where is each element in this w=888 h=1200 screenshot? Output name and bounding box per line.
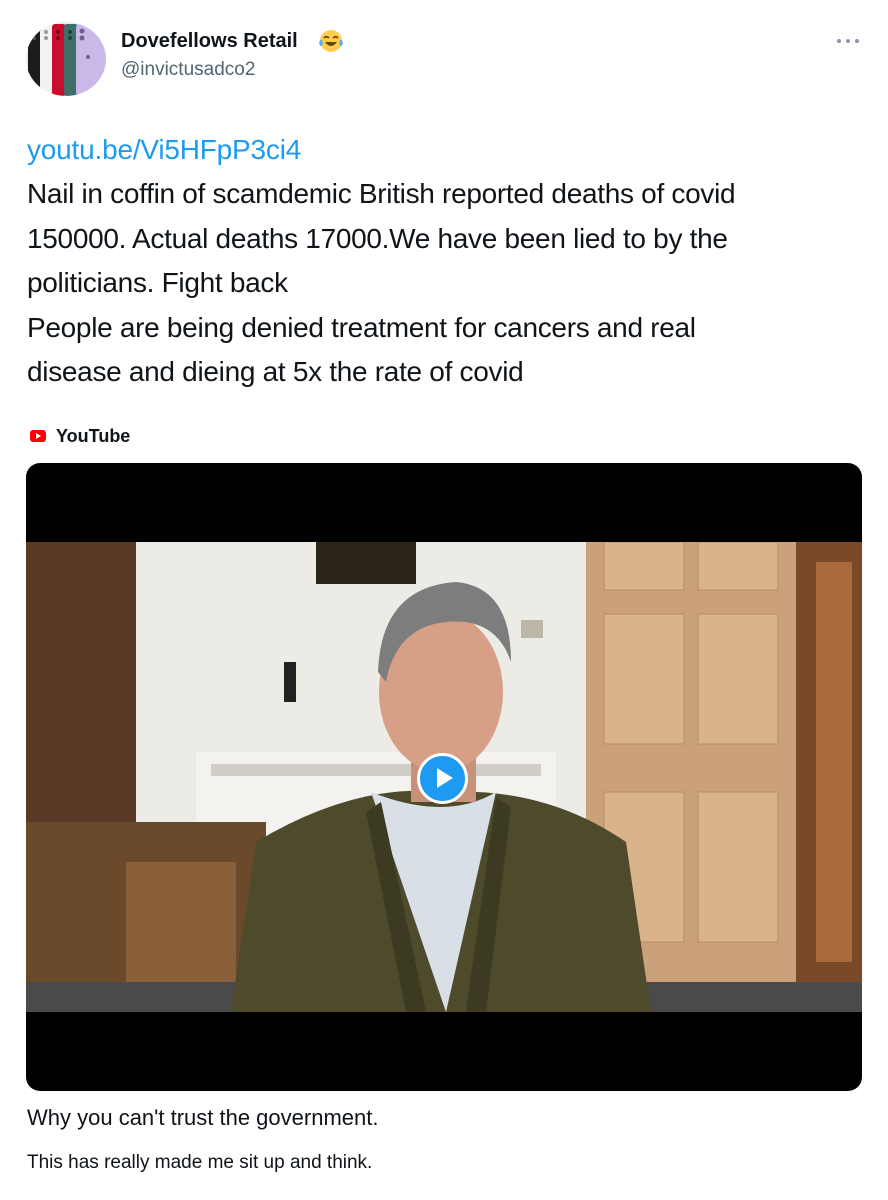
tweet-text-line: 150000. Actual deaths 17000.We have been… <box>27 222 728 254</box>
video-thumbnail[interactable] <box>26 463 862 1091</box>
author-handle[interactable]: @invictusadco2 <box>121 59 255 81</box>
youtube-icon <box>30 430 46 442</box>
youtube-link[interactable]: youtu.be/Vi5HFpP3ci4 <box>27 134 301 166</box>
play-icon[interactable] <box>417 753 468 804</box>
tears-of-joy-emoji-icon <box>319 30 343 52</box>
card-source[interactable]: YouTube <box>30 425 130 447</box>
card-title[interactable]: Why you can't trust the government. <box>27 1105 378 1131</box>
tweet-text-line: disease and dieing at 5x the rate of cov… <box>27 356 524 387</box>
tweet-text: Nail in coffin of scamdemic British repo… <box>27 172 867 395</box>
tweet-text-line: People are being denied treatment for ca… <box>27 311 696 343</box>
tweet-text-line: politicians. Fight back <box>27 267 288 298</box>
author-display-name[interactable]: Dovefellows Retail <box>121 30 298 53</box>
avatar[interactable] <box>26 22 106 96</box>
tweet-text-line: Nail in coffin of scamdemic British repo… <box>27 178 736 209</box>
card-description: This has really made me sit up and think… <box>27 1152 373 1173</box>
card-source-label: YouTube <box>56 425 131 446</box>
more-horizontal-icon[interactable] <box>836 36 860 46</box>
